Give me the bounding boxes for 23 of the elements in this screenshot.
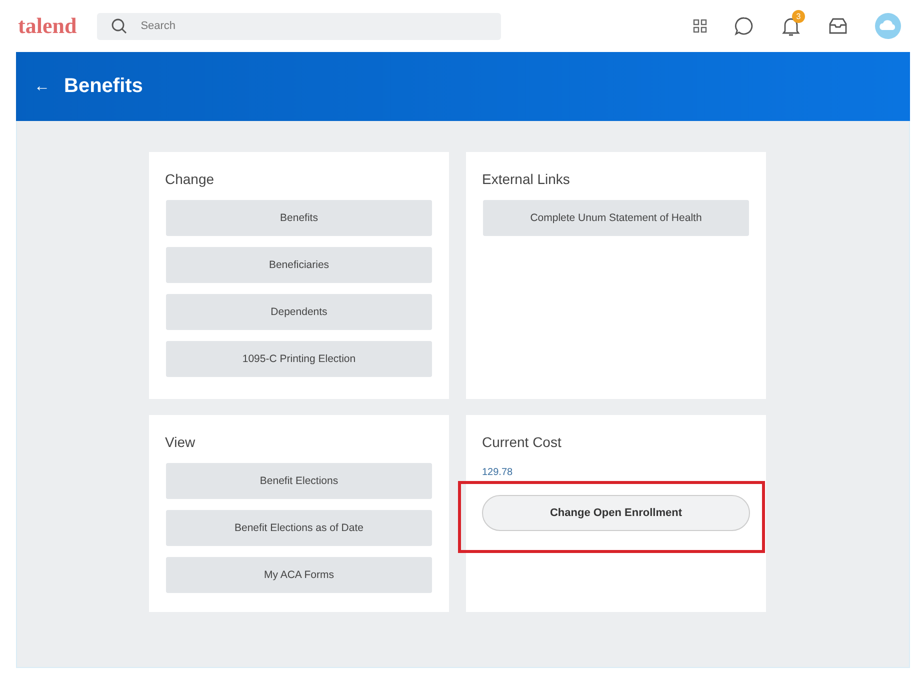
page-title: Benefits (64, 75, 143, 98)
action-button[interactable]: Benefits (166, 200, 432, 236)
search-icon (110, 18, 127, 34)
inbox-icon[interactable] (828, 17, 848, 35)
action-button[interactable]: Benefit Elections (166, 463, 432, 499)
cost-amount[interactable]: 129.78 (482, 467, 513, 478)
action-button[interactable]: Dependents (166, 294, 432, 330)
search-input[interactable]: Search (138, 19, 487, 33)
back-arrow[interactable]: ← (34, 78, 50, 96)
apps-grid-icon[interactable] (693, 19, 707, 33)
action-button[interactable]: Complete Unum Statement of Health (483, 200, 749, 236)
card-title: Current Cost (482, 434, 562, 450)
action-button[interactable]: 1095-C Printing Election (166, 341, 432, 377)
card-title: External Links (482, 171, 571, 187)
search-field[interactable]: Search (96, 12, 501, 40)
card-title: Change (165, 171, 216, 187)
notification-badge: 3 (792, 10, 805, 23)
action-button[interactable]: Beneficiaries (166, 247, 432, 283)
chat-icon[interactable] (734, 16, 754, 36)
enrollment-button[interactable]: Change Open Enrollment (482, 495, 750, 531)
card-title: View (165, 434, 196, 450)
action-button[interactable]: My ACA Forms (166, 557, 432, 593)
action-button[interactable]: Benefit Elections as of Date (166, 510, 432, 546)
